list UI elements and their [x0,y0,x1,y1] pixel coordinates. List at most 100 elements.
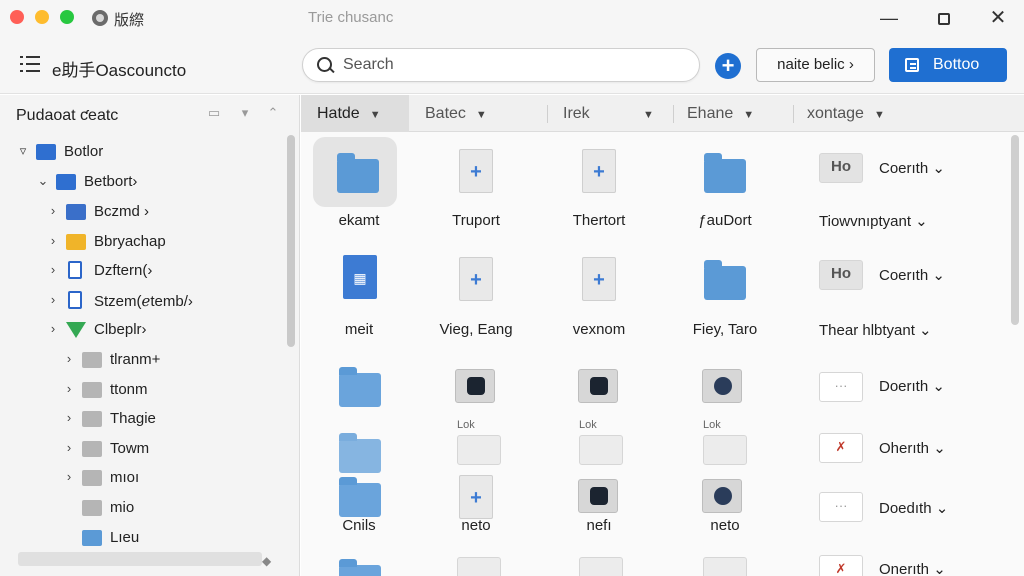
chevron-icon[interactable]: ⌄ [36,173,50,189]
chevron-icon[interactable]: › [62,351,76,366]
sidebar-tree-item[interactable]: › ttonm [62,377,280,403]
sidebar-tree-item[interactable]: › Towm [62,436,280,462]
sidebar-collapse-icon[interactable]: ⌃ [265,105,281,121]
chevron-icon[interactable]: › [46,233,60,248]
chevron-icon[interactable]: › [46,321,60,336]
page-icon[interactable] [579,435,623,465]
sidebar-tree-item[interactable]: › Stzem(ℯtemb/› [46,288,280,314]
file-label[interactable]: Vieg, Eang [431,321,521,338]
chevron-icon[interactable]: › [46,203,60,218]
column-hatde[interactable]: Hatde ▼ [301,95,409,132]
primary-button[interactable]: Bottoo [889,48,1007,82]
sidebar-tree-item[interactable]: › Dzftern(› [46,258,280,284]
menu-icon[interactable] [20,56,40,72]
file-label[interactable]: Thear hlbtyant ⌄ [819,321,932,339]
secondary-button[interactable]: naite belic › [756,48,875,82]
column-ehane[interactable]: Ehane ▼ [687,95,787,132]
page-icon[interactable] [703,557,747,576]
sidebar-panel-icon[interactable]: ▭ [206,105,222,121]
spreadsheet-icon[interactable]: ▦ [343,255,377,299]
sidebar-tree-item[interactable]: ▿ Botlor [16,139,280,165]
sidebar-tree-item[interactable]: › tlranm+ [62,347,280,373]
file-label[interactable]: meit [321,321,397,338]
file-label[interactable]: Thertort [553,212,645,229]
minimize-button[interactable]: — [876,6,902,30]
file-label[interactable]: neto [679,517,771,534]
image-file-icon[interactable] [702,369,742,403]
file-label[interactable]: Doerıth ⌄ [879,377,945,395]
image-file-icon[interactable] [578,479,618,513]
close-dot-button[interactable] [10,10,24,24]
sidebar-dropdown-icon[interactable]: ▾ [237,105,253,121]
search-bar[interactable] [302,48,700,82]
document-icon[interactable]: + [459,257,493,301]
sidebar-tree-item[interactable]: mio [62,495,280,521]
file-label[interactable]: Truport [431,212,521,229]
page-icon[interactable] [457,435,501,465]
folder-icon[interactable] [704,153,746,193]
page-icon[interactable]: ✗ [819,555,863,576]
zoom-dot-button[interactable] [60,10,74,24]
page-icon[interactable]: ✗ [819,433,863,463]
sidebar-tree-item[interactable]: › Clbeplr› [46,317,280,343]
minimize-dot-button[interactable] [35,10,49,24]
document-icon[interactable]: + [459,475,493,519]
file-label[interactable]: Fiey, Taro [679,321,771,338]
page-icon[interactable] [579,557,623,576]
thumbnail-icon[interactable]: Ho [819,153,863,183]
sidebar-tree-item[interactable]: › Bczmd › [46,199,280,225]
file-label[interactable]: vexnom [553,321,645,338]
page-icon[interactable]: ··· [819,492,863,522]
sidebar-horizontal-scrollbar[interactable] [18,552,262,566]
folder-icon[interactable] [337,153,379,193]
page-icon[interactable]: ··· [819,372,863,402]
file-label[interactable]: ekamt [321,212,397,229]
chevron-icon[interactable]: ▿ [16,143,30,159]
document-icon[interactable]: + [459,149,493,193]
maximize-button[interactable] [931,6,957,30]
chevron-icon[interactable]: › [62,469,76,484]
folder-icon[interactable] [339,433,381,473]
sidebar-tree-item[interactable]: ⌄ Betbort› [36,169,280,195]
image-file-icon[interactable] [702,479,742,513]
file-label[interactable]: Onerıth ⌄ [879,560,946,576]
chevron-icon[interactable]: › [62,410,76,425]
sidebar-scrollbar[interactable] [287,135,295,347]
file-label[interactable]: Oherıth ⌄ [879,439,946,457]
page-icon[interactable] [703,435,747,465]
sidebar-tree-item[interactable]: Lıeu [62,525,280,551]
folder-icon[interactable] [339,367,381,407]
file-label[interactable]: Doedıth ⌄ [879,499,948,517]
thumbnail-icon[interactable]: Ho [819,260,863,290]
document-icon[interactable]: + [582,149,616,193]
file-label[interactable]: Coerıth ⌄ [879,159,945,177]
search-input[interactable] [343,53,683,77]
file-label[interactable]: Tiowvnıptyant ⌄ [819,212,928,230]
breadcrumb[interactable]: e助手Oascouncto [52,56,186,81]
page-icon[interactable] [457,557,501,576]
sidebar-tree-item[interactable]: › mıoı [62,465,280,491]
folder-icon[interactable] [339,477,381,517]
chevron-icon[interactable]: › [62,440,76,455]
sidebar-tree-item[interactable]: › Thagie [62,406,280,432]
file-label[interactable]: Coerıth ⌄ [879,266,945,284]
image-file-icon[interactable] [578,369,618,403]
column-irek-dropdown[interactable]: ▼ [633,95,654,132]
folder-icon[interactable] [339,559,381,576]
file-label[interactable]: nefı [553,517,645,534]
document-icon[interactable]: + [582,257,616,301]
close-button[interactable]: ✕ [985,6,1011,30]
add-button[interactable]: + [715,53,741,79]
file-label[interactable]: ƒauDort [679,212,771,229]
main-scrollbar[interactable] [1011,135,1019,325]
folder-icon[interactable] [704,260,746,300]
image-file-icon[interactable] [455,369,495,403]
chevron-icon[interactable]: › [46,262,60,277]
column-batec[interactable]: Batec ▼ [425,95,525,132]
column-xontage[interactable]: xontage ▼ [807,95,917,132]
scroll-arrow-icon[interactable]: ◆ [262,554,271,568]
sidebar-tree-item[interactable]: › Bbryachap [46,229,280,255]
file-label[interactable]: Cnils [321,517,397,534]
file-label[interactable]: neto [431,517,521,534]
chevron-icon[interactable]: › [62,381,76,396]
